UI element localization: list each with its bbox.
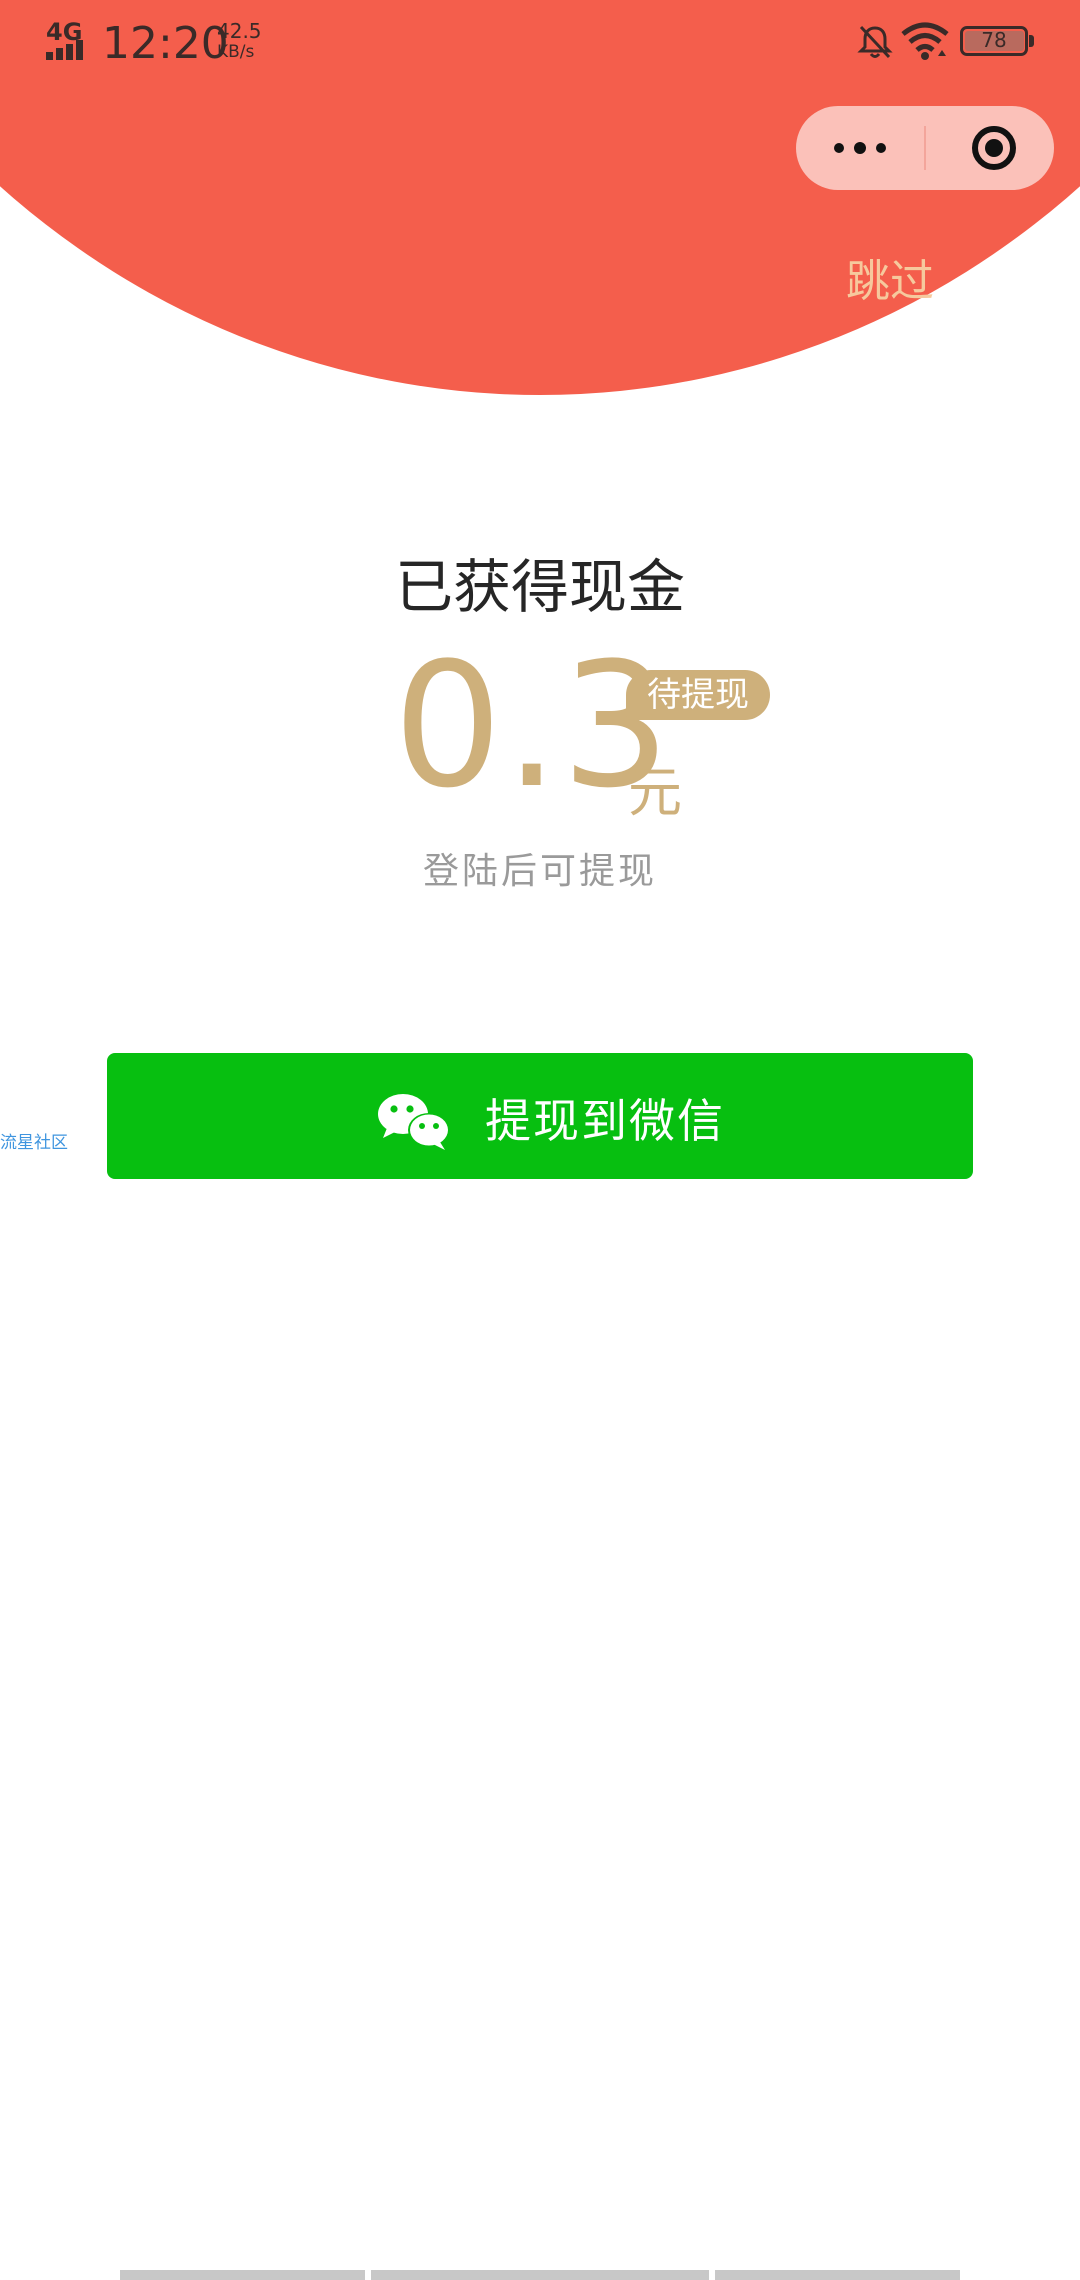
close-target-icon[interactable] xyxy=(926,106,1054,190)
net-speed-unit: KB/s xyxy=(217,42,255,62)
home-indicator-segment xyxy=(120,2270,365,2280)
battery-tip xyxy=(1029,35,1034,47)
battery-icon: 78 xyxy=(960,26,1028,56)
signal-icon xyxy=(46,40,92,60)
home-indicator-segment xyxy=(715,2270,960,2280)
wechat-icon xyxy=(378,1094,450,1150)
side-label: 流星社区 xyxy=(0,1133,68,1153)
reward-title: 已获得现金 xyxy=(394,553,685,621)
net-speed-value: 42.5 xyxy=(217,19,262,43)
login-hint: 登陆后可提现 xyxy=(422,851,657,892)
miniprogram-capsule xyxy=(796,106,1054,190)
close-dot xyxy=(985,139,1003,157)
home-indicator-segment xyxy=(371,2270,709,2280)
mute-bell-icon xyxy=(857,25,893,59)
status-bar: 4G 12:20 42.5 KB/s 78 xyxy=(0,0,1080,84)
pending-badge: 待提现 xyxy=(626,670,770,720)
currency-unit: 元 xyxy=(628,761,682,824)
battery-level: 78 xyxy=(981,28,1007,52)
withdraw-label: 提现到微信 xyxy=(485,1094,725,1148)
skip-button[interactable]: 跳过 xyxy=(830,245,950,309)
more-dots-icon[interactable] xyxy=(796,106,924,190)
withdraw-to-wechat-button[interactable]: 提现到微信 xyxy=(107,1053,973,1179)
wifi-icon xyxy=(901,22,949,60)
header-banner: 4G 12:20 42.5 KB/s 78 跳过 xyxy=(0,0,1080,400)
status-time: 12:20 xyxy=(102,18,229,69)
